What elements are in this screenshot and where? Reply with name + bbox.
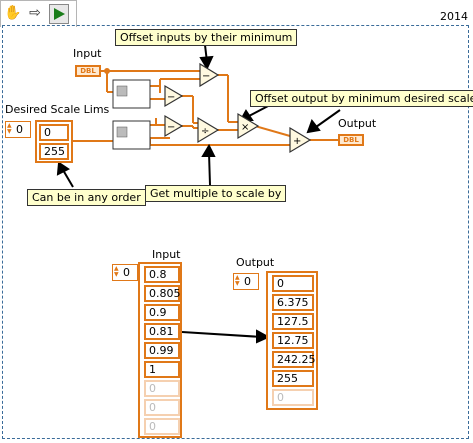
output-array-cell[interactable]: 0 <box>272 275 314 292</box>
desired-scale-lims-label: Desired Scale Lims <box>5 103 110 116</box>
output-dbl-terminal[interactable]: DBL <box>338 134 364 146</box>
block-diagram-wires: − − − ÷ × + <box>56 44 341 344</box>
output-array-cell[interactable]: 127.5 <box>272 313 314 330</box>
input-array-cell[interactable]: 1 <box>144 361 180 378</box>
output-array-cell[interactable]: 242.25 <box>272 351 316 368</box>
index-stepper-icon[interactable]: ▲ ▼ <box>7 123 13 136</box>
input-label: Input <box>73 47 102 60</box>
svg-text:−: − <box>167 92 175 103</box>
desired-lims-cell[interactable]: 255 <box>39 143 69 160</box>
svg-text:+: + <box>293 136 301 147</box>
input-array: 0.8 0.805 0.9 0.81 0.99 1 0 0 0 <box>138 262 182 438</box>
input-array-cell[interactable]: 0 <box>144 380 180 397</box>
desired-lims-cell[interactable]: 0 <box>39 124 69 141</box>
input-array-cell[interactable]: 0.81 <box>144 323 180 340</box>
output-array: 0 6.375 127.5 12.75 242.25 255 0 <box>266 271 318 410</box>
output-array-cell[interactable]: 12.75 <box>272 332 314 349</box>
output-array-index[interactable]: ▲ ▼ 0 <box>233 273 259 290</box>
input-array-cell[interactable]: 0.9 <box>144 304 180 321</box>
input-array-cell[interactable]: 0 <box>144 418 180 435</box>
output-array-label: Output <box>236 256 275 269</box>
note-get-multiple: Get multiple to scale by <box>145 185 287 202</box>
note-offset-output: Offset output by minimum desired scale <box>250 90 473 107</box>
input-array-index[interactable]: ▲ ▼ 0 <box>112 264 138 281</box>
output-array-cell[interactable]: 255 <box>272 370 314 387</box>
index-stepper-icon[interactable]: ▲ ▼ <box>235 275 241 288</box>
output-array-cell[interactable]: 6.375 <box>272 294 314 311</box>
input-array-cell[interactable]: 0 <box>144 399 180 416</box>
svg-text:−: − <box>202 71 210 82</box>
input-array-cell[interactable]: 0.99 <box>144 342 180 359</box>
note-any-order: Can be in any order <box>27 189 146 206</box>
input-array-cell[interactable]: 0.805 <box>144 285 181 302</box>
input-array-cell[interactable]: 0.8 <box>144 266 180 283</box>
input-dbl-terminal[interactable]: DBL <box>75 65 101 77</box>
output-array-cell[interactable]: 0 <box>272 389 314 406</box>
output-label: Output <box>338 117 377 130</box>
svg-text:−: − <box>167 122 175 133</box>
desired-lims-index[interactable]: ▲ ▼ 0 <box>5 121 31 138</box>
input-array-label: Input <box>152 248 181 261</box>
svg-text:÷: ÷ <box>201 126 209 137</box>
desired-lims-array: 0 255 <box>35 120 73 163</box>
index-stepper-icon[interactable]: ▲ ▼ <box>114 266 120 279</box>
note-offset-inputs: Offset inputs by their minimum <box>115 29 298 46</box>
svg-text:×: × <box>241 122 249 133</box>
